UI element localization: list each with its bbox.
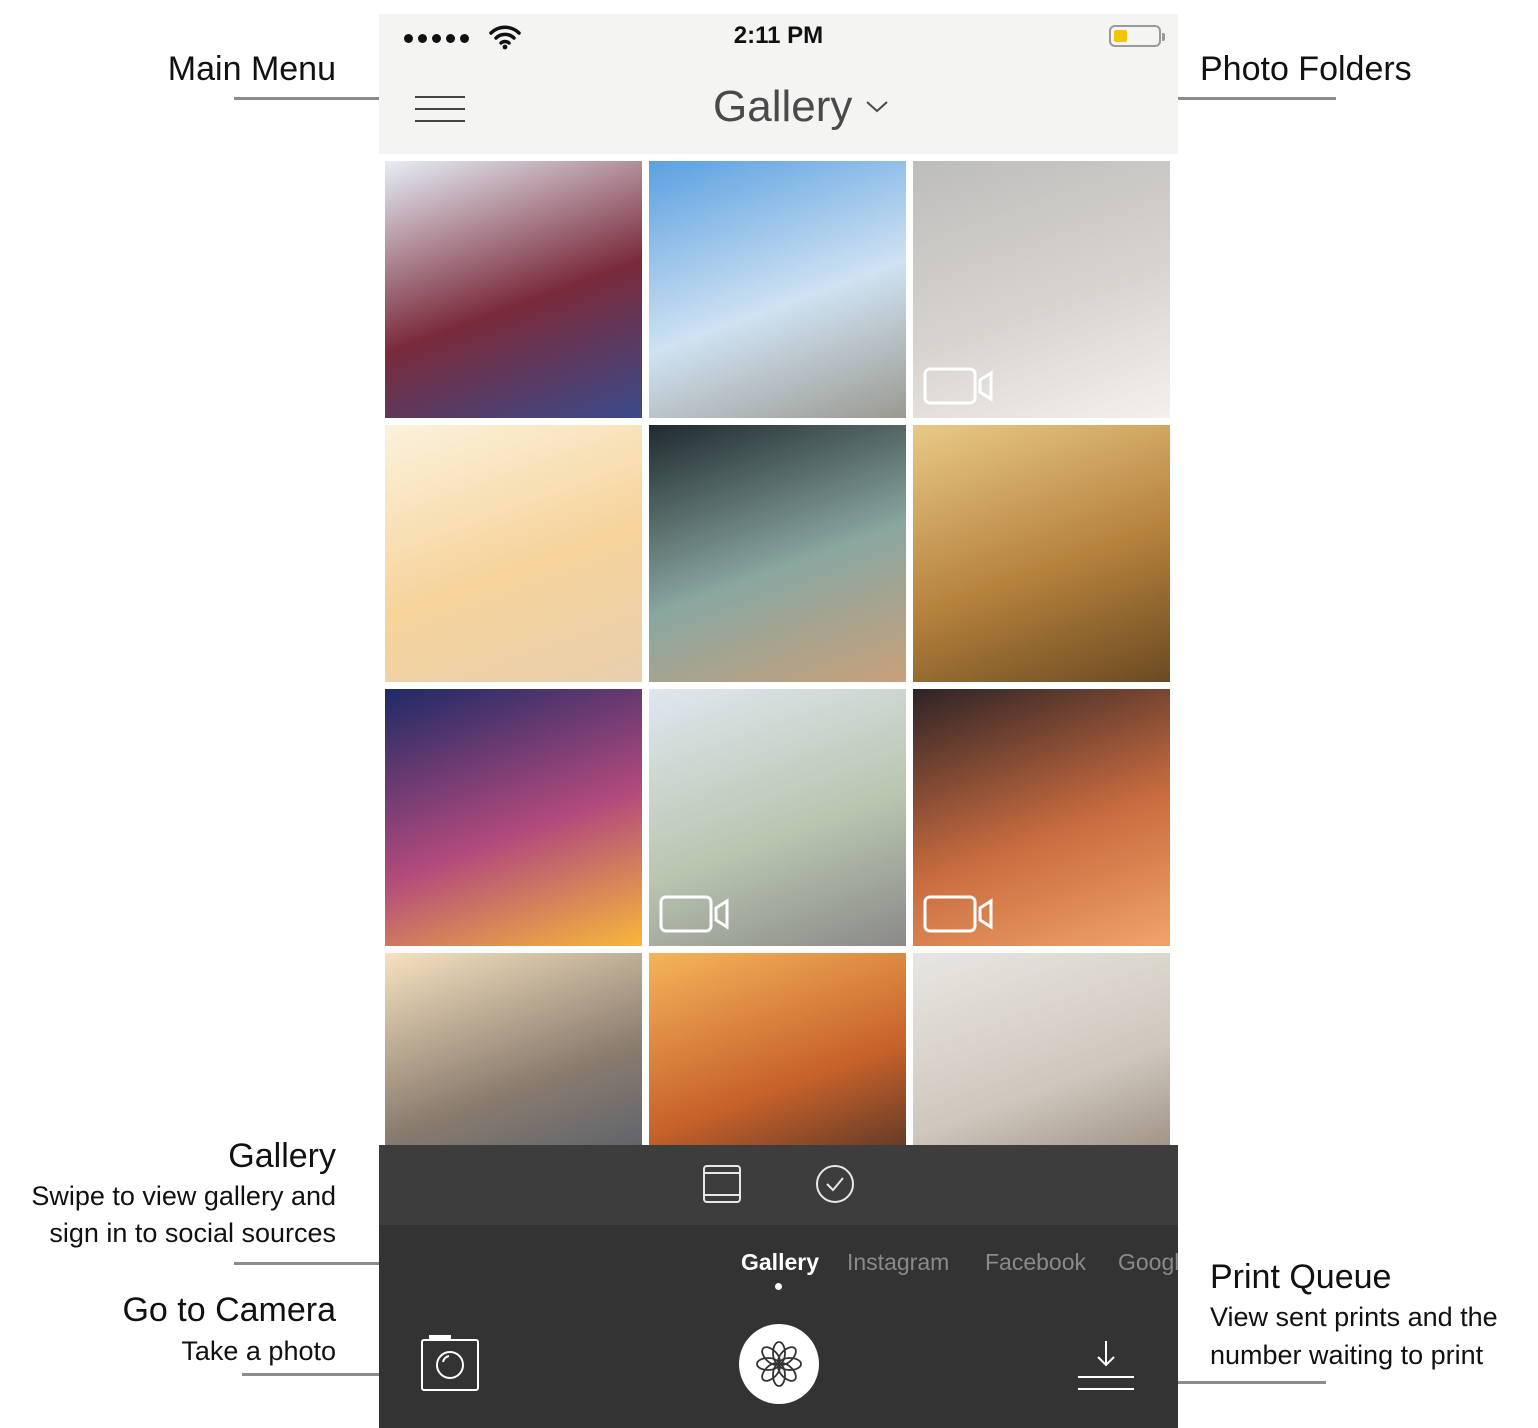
gallery-folder-title[interactable]: Gallery bbox=[713, 82, 852, 132]
phone-screen: 2:11 PM Gallery Gallery Instagram Facebo… bbox=[379, 14, 1178, 1428]
main-menu-callout: Main Menu bbox=[167, 50, 336, 88]
gallery-callout-line2: sign in to social sources bbox=[49, 1218, 336, 1248]
gallery-callout-title: Gallery bbox=[228, 1137, 336, 1175]
capture-button[interactable] bbox=[739, 1324, 819, 1404]
camera-callout-sub: Take a photo bbox=[181, 1336, 336, 1366]
print-queue-icon[interactable] bbox=[1076, 1337, 1136, 1395]
photo-thumbnail[interactable] bbox=[649, 425, 906, 682]
chevron-down-icon[interactable] bbox=[863, 96, 891, 116]
print-queue-callout-title: Print Queue bbox=[1210, 1258, 1392, 1296]
flower-logo-icon bbox=[756, 1341, 802, 1387]
print-queue-callout-line2: number waiting to print bbox=[1210, 1340, 1484, 1370]
photo-grid bbox=[385, 161, 1172, 1193]
main-menu-leader bbox=[234, 97, 392, 100]
gallery-callout-line1: Swipe to view gallery and bbox=[31, 1181, 336, 1211]
tab-instagram[interactable]: Instagram bbox=[847, 1249, 949, 1276]
header-bar: 2:11 PM Gallery bbox=[379, 14, 1178, 154]
tab-facebook[interactable]: Facebook bbox=[985, 1249, 1086, 1276]
camera-leader bbox=[242, 1373, 400, 1376]
photo-thumbnail[interactable] bbox=[649, 161, 906, 418]
battery-icon bbox=[1109, 25, 1165, 47]
single-view-icon[interactable] bbox=[702, 1164, 742, 1204]
photo-thumbnail[interactable] bbox=[649, 689, 906, 946]
photo-thumbnail[interactable] bbox=[385, 425, 642, 682]
camera-callout-title: Go to Camera bbox=[122, 1291, 336, 1329]
photo-thumbnail[interactable] bbox=[385, 161, 642, 418]
source-tabs-bar: Gallery Instagram Facebook Googl bbox=[379, 1225, 1178, 1428]
photo-thumbnail[interactable] bbox=[913, 425, 1170, 682]
photo-thumbnail[interactable] bbox=[913, 161, 1170, 418]
video-camera-icon bbox=[923, 895, 993, 933]
tab-gallery[interactable]: Gallery bbox=[741, 1249, 819, 1276]
status-time: 2:11 PM bbox=[733, 22, 824, 49]
camera-icon[interactable] bbox=[419, 1332, 481, 1394]
print-queue-callout-line1: View sent prints and the bbox=[1210, 1302, 1498, 1332]
battery-level bbox=[1114, 30, 1127, 42]
check-circle-icon[interactable] bbox=[815, 1164, 855, 1204]
tab-google[interactable]: Googl bbox=[1118, 1249, 1178, 1276]
video-camera-icon bbox=[659, 895, 729, 933]
active-tab-indicator bbox=[775, 1283, 782, 1290]
video-camera-icon bbox=[923, 367, 993, 405]
photo-thumbnail[interactable] bbox=[385, 689, 642, 946]
photo-thumbnail[interactable] bbox=[913, 689, 1170, 946]
photo-folders-callout: Photo Folders bbox=[1200, 50, 1412, 88]
print-queue-leader bbox=[1154, 1381, 1326, 1384]
view-toolbar bbox=[379, 1145, 1178, 1225]
main-menu-button[interactable] bbox=[415, 92, 467, 128]
